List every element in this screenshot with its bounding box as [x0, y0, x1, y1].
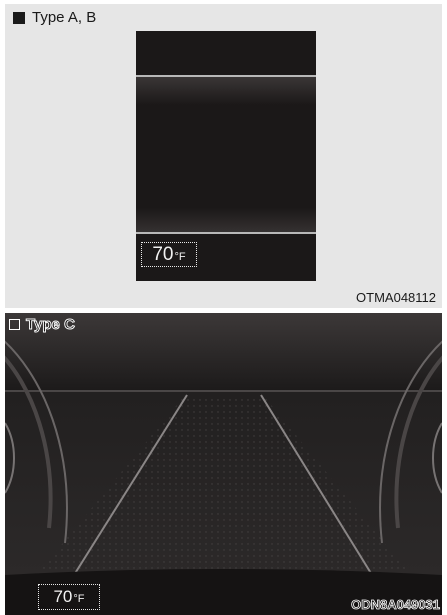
caption-text-c: Type C [26, 316, 76, 334]
divider-line-bottom [136, 232, 316, 234]
caption-text-a: Type A, B [32, 9, 97, 26]
figure-type-c: Type C 70 °F ODN8A049031 [5, 313, 442, 615]
temperature-unit-c: °F [73, 593, 85, 605]
temperature-value-a: 70 [152, 244, 174, 265]
figure-code-c: ODN8A049031 [351, 597, 441, 613]
temperature-value-c: 70 [53, 587, 73, 606]
outside-temperature-readout-a: 70 °F [141, 242, 197, 267]
filled-square-icon [13, 11, 25, 24]
figure-caption-a: Type A, B [13, 9, 96, 26]
figure-code-a: OTMA048112 [356, 290, 436, 305]
figure-caption-c: Type C [9, 316, 75, 333]
empty-square-icon [9, 319, 20, 330]
outside-temperature-readout-c: 70 °F [38, 584, 100, 610]
display-gradient-top [136, 77, 316, 105]
cluster-display-a: 70 °F [136, 31, 316, 281]
figure-type-a-b: Type A, B 70 °F OTMA048112 [5, 4, 442, 308]
display-gradient-bottom [136, 208, 316, 232]
temperature-unit-a: °F [174, 251, 186, 263]
cluster-display-c [5, 313, 442, 615]
